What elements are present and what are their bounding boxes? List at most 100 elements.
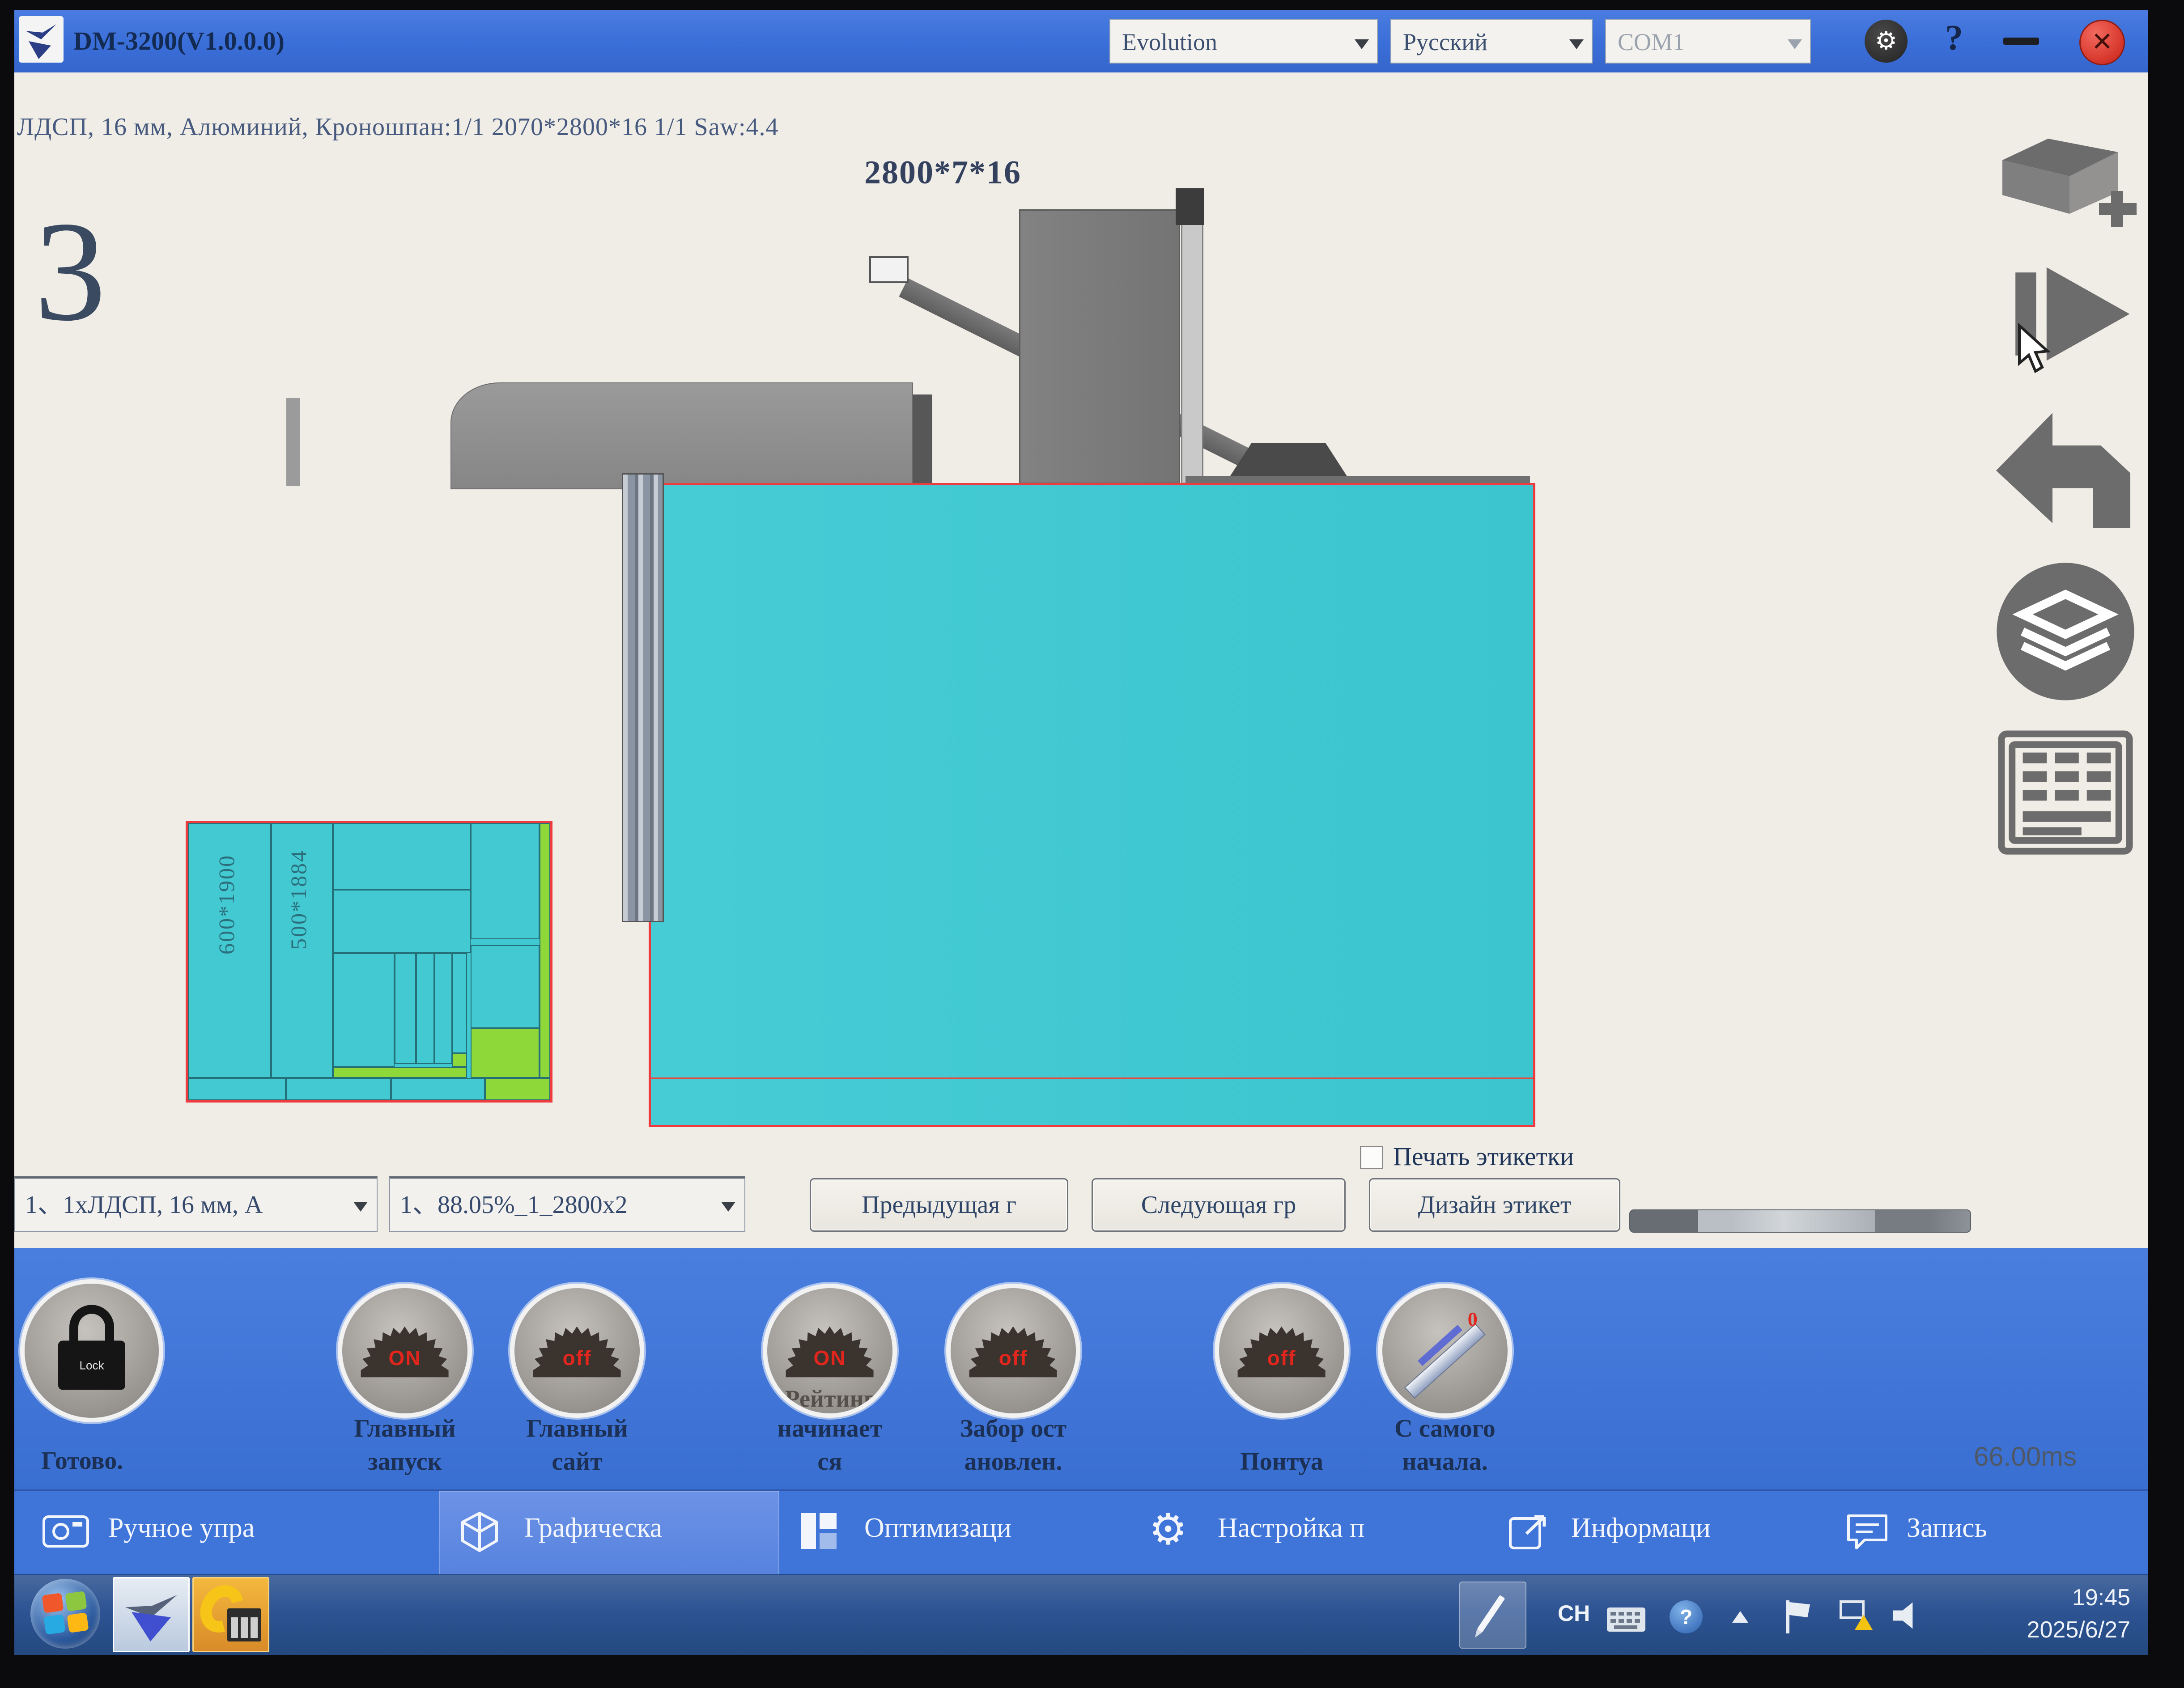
- tab-manual-control[interactable]: Ручное упра: [41, 1491, 426, 1576]
- preview-piece: [333, 823, 471, 890]
- saw-state-text: ON: [767, 1346, 892, 1370]
- help-button[interactable]: ?: [1945, 18, 1963, 59]
- cycle-time-readout: 66.00ms: [1974, 1441, 2077, 1472]
- preview-piece: [391, 1078, 485, 1100]
- preview-piece: [471, 823, 540, 939]
- tab-record[interactable]: Запись: [1831, 1491, 2144, 1576]
- restart-from-beginning-button[interactable]: 0: [1378, 1284, 1512, 1418]
- preview-piece: [333, 890, 471, 954]
- tab-graphics[interactable]: Графическа: [439, 1491, 779, 1576]
- machine-column: [1019, 209, 1180, 484]
- preview-offcut: [333, 1067, 467, 1078]
- volume-icon[interactable]: [1893, 1601, 1925, 1630]
- ready-lock-button[interactable]: Lock: [20, 1279, 163, 1422]
- tab-label: Графическа: [524, 1512, 662, 1544]
- preview-piece: [416, 953, 434, 1064]
- tab-settings[interactable]: ⚙ Настройка п: [1133, 1491, 1491, 1576]
- settings-gear-button[interactable]: ⚙: [1865, 20, 1908, 63]
- saw-face: off: [1219, 1288, 1344, 1413]
- button-label: начинает: [736, 1414, 924, 1443]
- preview-offcut: [540, 823, 550, 1078]
- preview-piece: [286, 1078, 391, 1100]
- preview-piece: [471, 945, 540, 1028]
- piece-size-label: 500*1884: [285, 849, 311, 950]
- language-indicator[interactable]: CH: [1558, 1600, 1590, 1626]
- help-tray-icon[interactable]: ?: [1670, 1600, 1703, 1633]
- action-center-flag-icon[interactable]: [1786, 1600, 1813, 1633]
- saw-state-text: off: [1219, 1346, 1344, 1370]
- keyboard-icon[interactable]: [1607, 1607, 1645, 1632]
- preview-piece: [434, 953, 453, 1064]
- export-window-icon: [1507, 1510, 1551, 1555]
- tab-label: Ручное упра: [108, 1512, 255, 1544]
- button-label: ся: [736, 1447, 924, 1476]
- chevron-down-icon: [1569, 39, 1584, 49]
- material-dropdown[interactable]: 1、1хЛДСП, 16 мм, А: [14, 1176, 378, 1232]
- language-dropdown[interactable]: Русский: [1390, 19, 1593, 64]
- main-start-button[interactable]: ON: [338, 1284, 472, 1418]
- tab-information[interactable]: Информаци: [1491, 1491, 1831, 1576]
- saw-face: ON: [342, 1288, 467, 1413]
- cut-line: [651, 1077, 1533, 1079]
- start-button[interactable]: [30, 1579, 100, 1649]
- saw-inner-caption: Рейтинг: [767, 1385, 892, 1412]
- pontua-button[interactable]: off: [1215, 1284, 1349, 1418]
- pattern-dropdown-value: 1、88.05%_1_2800x2: [400, 1191, 628, 1219]
- machine-column-cap: [1176, 188, 1204, 225]
- current-cut-size: 2800*7*16: [864, 154, 1021, 192]
- com-port-value: COM1: [1618, 29, 1685, 55]
- button-label: С самого: [1351, 1414, 1539, 1443]
- button-label: сайт: [483, 1447, 671, 1476]
- tray-input-panel-button[interactable]: [1459, 1582, 1526, 1649]
- gear-icon: ⚙: [1149, 1504, 1187, 1554]
- monitor-photo-frame: DM-3200(V1.0.0.0) Evolution Русский COM1…: [0, 0, 2184, 1688]
- saw-face: ON Рейтинг: [767, 1288, 892, 1413]
- tray-expand-arrow[interactable]: [1732, 1611, 1748, 1623]
- pattern-dropdown[interactable]: 1、88.05%_1_2800x2: [389, 1176, 745, 1232]
- chevron-down-icon: [353, 1202, 368, 1212]
- print-label-checkbox[interactable]: [1360, 1146, 1383, 1169]
- network-status-icon[interactable]: [1840, 1600, 1873, 1630]
- saw-state-text: off: [951, 1346, 1076, 1370]
- label-design-button[interactable]: Дизайн этикет: [1369, 1178, 1620, 1232]
- clock-time: 19:45: [2027, 1582, 2130, 1614]
- next-group-button[interactable]: Следующая гр: [1092, 1178, 1346, 1232]
- bottom-nav: Ручное упра Графическа Оптимизаци ⚙ Наст…: [14, 1489, 2148, 1576]
- close-button[interactable]: ✕: [2079, 20, 2125, 65]
- minimize-button[interactable]: [2003, 38, 2039, 45]
- previous-group-button[interactable]: Предыдущая г: [810, 1178, 1068, 1232]
- taskbar-app-tools[interactable]: [192, 1577, 269, 1652]
- zero-badge: 0: [1468, 1308, 1478, 1331]
- machine-pressure-beam: [622, 473, 664, 922]
- machine-arm-cap: [869, 256, 909, 283]
- tab-optimization[interactable]: Оптимизаци: [779, 1491, 1133, 1576]
- progress-slider[interactable]: [1629, 1209, 1971, 1233]
- preview-piece: [395, 953, 416, 1064]
- machine-rail: [1185, 476, 1530, 483]
- profile-dropdown[interactable]: Evolution: [1109, 19, 1378, 64]
- taskbar-app-dm3200[interactable]: [113, 1577, 190, 1652]
- keypad-button[interactable]: [1996, 725, 2135, 862]
- mouse-cursor: [2014, 323, 2054, 379]
- pickup-stopped-button[interactable]: off: [946, 1284, 1080, 1418]
- nesting-preview[interactable]: 600*1900 500*1884: [186, 821, 552, 1103]
- saw-face: off: [514, 1288, 640, 1413]
- layout-grid-icon: [797, 1510, 840, 1555]
- undo-back-button[interactable]: [1996, 408, 2130, 533]
- chat-bubble-icon: [1844, 1510, 1891, 1555]
- com-port-dropdown[interactable]: COM1: [1605, 19, 1811, 64]
- preview-piece: [452, 953, 467, 1053]
- main-saw-button[interactable]: off: [510, 1284, 644, 1418]
- preview-offcut: [452, 1053, 467, 1067]
- layers-stack-button[interactable]: [1994, 560, 2137, 705]
- button-label: начала.: [1351, 1447, 1539, 1476]
- active-sheet-view[interactable]: [649, 483, 1535, 1127]
- lock-icon: Lock: [58, 1305, 125, 1390]
- taskbar-clock[interactable]: 19:45 2025/6/27: [2027, 1582, 2130, 1646]
- button-label: запуск: [311, 1447, 499, 1476]
- tab-label: Запись: [1907, 1512, 1987, 1544]
- add-panel-button[interactable]: [1992, 125, 2139, 248]
- app-logo-icon: [19, 16, 64, 63]
- job-info-line: ЛДСП, 16 мм, Алюминий, Кроношпан:1/1 207…: [17, 113, 779, 141]
- scoring-saw-button[interactable]: ON Рейтинг: [763, 1284, 897, 1418]
